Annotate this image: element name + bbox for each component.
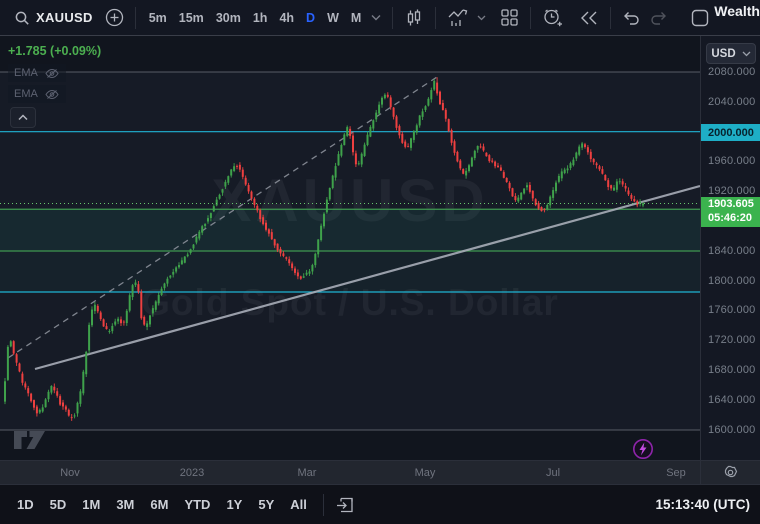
toolbar-divider bbox=[530, 7, 531, 29]
chart-pane[interactable]: XAUUSD Gold Spot / U.S. Dollar +1.785 (+… bbox=[0, 36, 700, 460]
bar-replay-icon[interactable] bbox=[575, 10, 603, 26]
chevron-down-icon[interactable] bbox=[473, 15, 490, 21]
price-axis-label: 1760.000 bbox=[708, 304, 755, 316]
timeframe-5m[interactable]: 5m bbox=[144, 8, 172, 28]
range-ytd[interactable]: YTD bbox=[177, 494, 217, 515]
server-clock[interactable]: 15:13:40 (UTC) bbox=[655, 497, 750, 512]
undo-icon[interactable] bbox=[618, 10, 645, 26]
price-axis-label: 1680.000 bbox=[708, 364, 755, 376]
price-level-label-2000: 2000.000 bbox=[701, 124, 760, 141]
range-1d[interactable]: 1D bbox=[10, 494, 41, 515]
time-axis-label: May bbox=[415, 467, 436, 479]
layout-grid-icon[interactable] bbox=[496, 8, 523, 27]
indicator-row-ema[interactable]: EMA bbox=[8, 85, 66, 103]
toolbar-divider bbox=[392, 7, 393, 29]
time-axis-label: Nov bbox=[60, 467, 80, 479]
chevron-down-icon[interactable] bbox=[367, 14, 385, 21]
compare-add-icon[interactable] bbox=[101, 8, 128, 27]
go-to-date-icon[interactable] bbox=[331, 496, 359, 514]
eye-off-icon[interactable] bbox=[45, 89, 59, 100]
toolbar-divider bbox=[135, 7, 136, 29]
chart-settings-cell[interactable] bbox=[700, 461, 760, 484]
timeframe-1h[interactable]: 1h bbox=[248, 8, 273, 28]
time-axis-label: Sep bbox=[666, 467, 686, 479]
upper-shade bbox=[0, 36, 700, 72]
last-price-value: 1903.605 bbox=[708, 198, 760, 212]
layout-name-block[interactable]: Wealthy Ed Save bbox=[714, 4, 760, 31]
candlestick-chart[interactable] bbox=[0, 36, 700, 460]
range-6m[interactable]: 6M bbox=[143, 494, 175, 515]
bar-countdown: 05:46:20 bbox=[708, 212, 760, 226]
save-button[interactable]: Save bbox=[714, 19, 760, 31]
price-axis-label: 1720.000 bbox=[708, 334, 755, 346]
layout-name[interactable]: Wealthy Ed bbox=[714, 4, 760, 19]
price-axis-label: 1840.000 bbox=[708, 245, 755, 257]
price-axis[interactable]: USD 2000.000 1903.605 05:46:20 2080.000 2… bbox=[700, 36, 760, 460]
range-1y[interactable]: 1Y bbox=[219, 494, 249, 515]
price-axis-label: 1800.000 bbox=[708, 275, 755, 287]
timeframe-4h[interactable]: 4h bbox=[274, 8, 299, 28]
tradingview-logo[interactable] bbox=[12, 427, 48, 458]
lightning-badge-icon[interactable] bbox=[632, 438, 654, 460]
timeframe-30m[interactable]: 30m bbox=[211, 8, 246, 28]
range-group: 1D5D1M3M6MYTD1Y5YAll bbox=[10, 494, 316, 515]
indicator-label: EMA bbox=[14, 67, 38, 79]
time-axis-labels[interactable]: Nov 2023 Mar May Jul Sep bbox=[0, 461, 700, 484]
bottom-toolbar: 1D5D1M3M6MYTD1Y5YAll 15:13:40 (UTC) bbox=[0, 484, 760, 524]
time-axis-label: 2023 bbox=[180, 467, 204, 479]
price-axis-label: 2080.000 bbox=[708, 66, 755, 78]
timeframe-w[interactable]: W bbox=[322, 8, 344, 28]
lower-shade bbox=[0, 430, 700, 460]
gear-icon[interactable] bbox=[723, 465, 738, 480]
symbol-name[interactable]: XAUUSD bbox=[36, 10, 93, 25]
layout-save-icon[interactable] bbox=[686, 8, 714, 28]
price-axis-label: 1640.000 bbox=[708, 394, 755, 406]
price-change-text: +1.785 (+0.09%) bbox=[8, 44, 101, 58]
tradingview-app: XAUUSD 5m15m30m1h4hDWM bbox=[0, 0, 760, 524]
chart-style-candles-icon[interactable] bbox=[400, 8, 428, 28]
timeframe-group: 5m15m30m1h4hDWM bbox=[143, 8, 368, 28]
toolbar-divider bbox=[435, 7, 436, 29]
last-price-label: 1903.605 05:46:20 bbox=[701, 197, 760, 227]
indicator-label: EMA bbox=[14, 88, 38, 100]
time-axis-label: Jul bbox=[546, 467, 560, 479]
indicator-row-ema[interactable]: EMA bbox=[8, 64, 66, 82]
chart-region: XAUUSD Gold Spot / U.S. Dollar +1.785 (+… bbox=[0, 36, 760, 460]
indicator-legend: EMA EMA bbox=[8, 64, 66, 106]
eye-off-icon[interactable] bbox=[45, 68, 59, 79]
currency-selector[interactable]: USD bbox=[706, 43, 756, 64]
collapse-legend-button[interactable] bbox=[10, 107, 36, 128]
range-1m[interactable]: 1M bbox=[75, 494, 107, 515]
toolbar-divider bbox=[610, 7, 611, 29]
chevron-down-icon bbox=[742, 51, 751, 57]
indicators-icon[interactable] bbox=[443, 8, 473, 28]
price-axis-label: 1920.000 bbox=[708, 185, 755, 197]
top-toolbar: XAUUSD 5m15m30m1h4hDWM bbox=[0, 0, 760, 36]
timeframe-m[interactable]: M bbox=[346, 8, 366, 28]
timeframe-15m[interactable]: 15m bbox=[174, 8, 209, 28]
range-5d[interactable]: 5D bbox=[43, 494, 74, 515]
price-axis-label: 1960.000 bbox=[708, 155, 755, 167]
timeframe-d[interactable]: D bbox=[301, 8, 320, 28]
time-axis[interactable]: Nov 2023 Mar May Jul Sep bbox=[0, 460, 760, 484]
search-icon[interactable] bbox=[10, 10, 34, 26]
range-3m[interactable]: 3M bbox=[109, 494, 141, 515]
chevron-up-icon bbox=[18, 114, 28, 121]
alert-icon[interactable] bbox=[538, 8, 567, 28]
range-all[interactable]: All bbox=[283, 494, 314, 515]
redo-icon[interactable] bbox=[645, 10, 672, 26]
supply-demand-zone[interactable] bbox=[0, 251, 700, 292]
time-axis-label: Mar bbox=[298, 467, 317, 479]
price-axis-label: 1600.000 bbox=[708, 424, 755, 436]
currency-label: USD bbox=[711, 48, 735, 60]
price-axis-label: 2040.000 bbox=[708, 96, 755, 108]
toolbar-divider bbox=[323, 494, 324, 516]
range-5y[interactable]: 5Y bbox=[251, 494, 281, 515]
